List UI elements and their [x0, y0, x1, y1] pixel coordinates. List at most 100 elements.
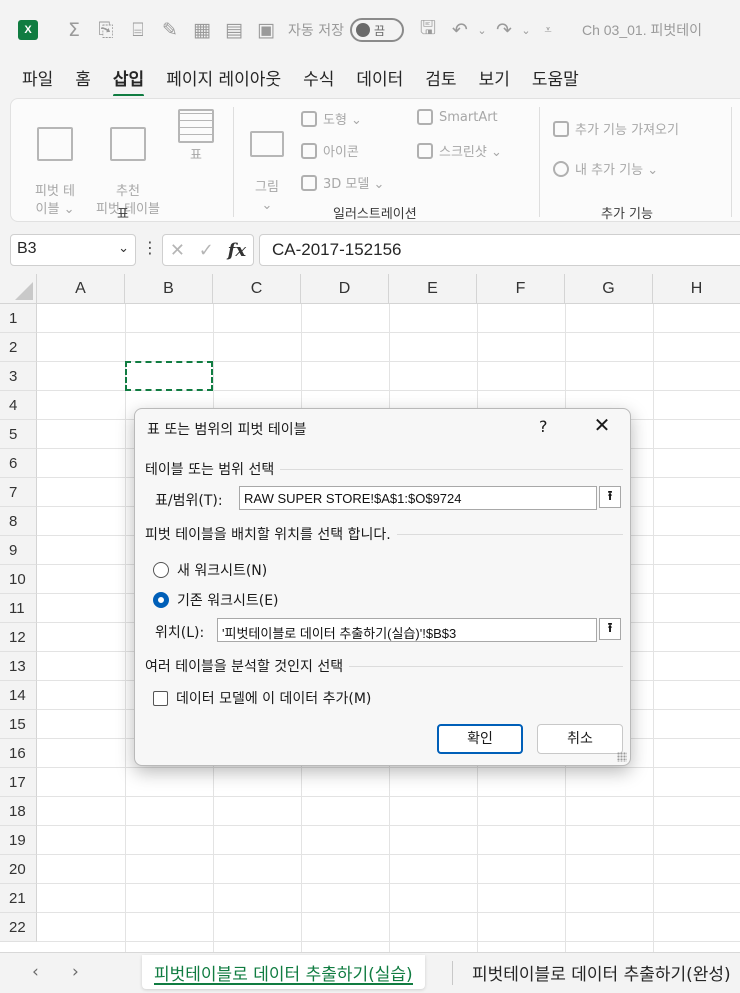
column-header[interactable]: E: [389, 274, 477, 304]
save-icon[interactable]: 🖫: [412, 14, 444, 46]
row-header[interactable]: 19: [0, 826, 37, 855]
redo-dropdown-icon[interactable]: ⌄: [520, 24, 532, 37]
row-header[interactable]: 6: [0, 449, 37, 478]
cancel-icon[interactable]: ✕: [170, 240, 185, 261]
row-header[interactable]: 14: [0, 681, 37, 710]
radio-unchecked: [153, 562, 169, 578]
range-input[interactable]: RAW SUPER STORE!$A$1:$O$9724: [239, 486, 597, 510]
redo-icon[interactable]: ↷: [488, 19, 520, 41]
resize-grip-icon[interactable]: [617, 752, 627, 762]
customize-qat-icon[interactable]: ⩡: [532, 23, 564, 38]
sheet-tab-practice[interactable]: 피벗테이블로 데이터 추출하기(실습): [142, 955, 425, 989]
range-collapse-button[interactable]: ⭱: [599, 486, 621, 508]
autosum-icon[interactable]: Σ: [58, 19, 90, 41]
row-header[interactable]: 12: [0, 623, 37, 652]
data-model-checkbox[interactable]: 데이터 모델에 이 데이터 추가(M): [153, 688, 371, 708]
gridline: [37, 825, 740, 826]
pivot-table-button[interactable]: 피벗 테 이블 ⌄: [25, 109, 85, 219]
row-header[interactable]: 20: [0, 855, 37, 884]
formula-input[interactable]: CA-2017-152156: [259, 234, 740, 266]
enter-icon[interactable]: ✓: [199, 240, 214, 261]
column-header[interactable]: H: [653, 274, 740, 304]
column-header[interactable]: G: [565, 274, 653, 304]
row-header[interactable]: 13: [0, 652, 37, 681]
existing-worksheet-radio[interactable]: 기존 워크시트(E): [153, 590, 279, 610]
get-addins-button[interactable]: 추가 기능 가져오기: [553, 119, 679, 138]
gridline: [37, 883, 740, 884]
ribbon-area: 피벗 테 이블 ⌄ 추천 피벗 테이블 표 표 그림 ⌄ 도형 ⌄ 아이콘 3D…: [0, 96, 740, 228]
undo-dropdown-icon[interactable]: ⌄: [476, 24, 488, 37]
row-header[interactable]: 18: [0, 797, 37, 826]
models-3d-label: 3D 모델 ⌄: [323, 177, 385, 192]
icons-button[interactable]: 아이콘: [301, 141, 359, 160]
my-addins-button[interactable]: 내 추가 기능 ⌄: [553, 159, 658, 178]
chevron-down-icon[interactable]: ⌄: [118, 240, 129, 256]
row-header[interactable]: 10: [0, 565, 37, 594]
row-header[interactable]: 3: [0, 362, 37, 391]
table-style-icon[interactable]: ▦: [186, 19, 218, 41]
ok-button[interactable]: 확인: [437, 724, 523, 754]
location-collapse-button[interactable]: ⭱: [599, 618, 621, 640]
screenshot-button[interactable]: 스크린샷 ⌄: [417, 141, 502, 160]
tab-help[interactable]: 도움말: [532, 65, 579, 92]
format-painter-icon[interactable]: ✎: [154, 19, 186, 41]
autosave-toggle[interactable]: 끔: [349, 18, 404, 42]
column-header[interactable]: F: [477, 274, 565, 304]
row-header[interactable]: 22: [0, 913, 37, 942]
insert-function-fx-icon[interactable]: fx: [228, 240, 246, 261]
table-button[interactable]: 표: [175, 109, 217, 165]
location-input[interactable]: '피벗테이블로 데이터 추출하기(실습)'!$B$3: [217, 618, 597, 642]
column-header[interactable]: D: [301, 274, 389, 304]
row-header[interactable]: 4: [0, 391, 37, 420]
tab-home[interactable]: 홈: [75, 65, 91, 92]
row-header[interactable]: 16: [0, 739, 37, 768]
insert-function-icon[interactable]: ⎘: [90, 19, 122, 41]
row-header[interactable]: 5: [0, 420, 37, 449]
prev-sheet-icon[interactable]: ‹: [32, 962, 39, 982]
tab-file[interactable]: 파일: [22, 65, 53, 92]
more-options-icon[interactable]: ⋮: [142, 238, 158, 257]
row-header[interactable]: 15: [0, 710, 37, 739]
document-title: Ch 03_01. 피벗테이: [581, 22, 703, 38]
row-header[interactable]: 11: [0, 594, 37, 623]
column-header[interactable]: C: [213, 274, 301, 304]
tab-formulas[interactable]: 수식: [303, 65, 334, 92]
toggle-knob: [355, 23, 370, 37]
tab-view[interactable]: 보기: [479, 65, 510, 92]
row-header[interactable]: 17: [0, 768, 37, 797]
new-worksheet-radio[interactable]: 새 워크시트(N): [153, 560, 267, 580]
tab-data[interactable]: 데이터: [356, 65, 403, 92]
column-header[interactable]: A: [37, 274, 125, 304]
my-addins-label: 내 추가 기능 ⌄: [575, 163, 659, 178]
number-format-icon[interactable]: ⌸: [122, 19, 154, 41]
sheet-tab-complete[interactable]: 피벗테이블로 데이터 추출하기(완성): [460, 955, 740, 989]
row-header[interactable]: 1: [0, 304, 37, 333]
tab-insert[interactable]: 삽입: [112, 65, 145, 97]
pivot-icon[interactable]: ▤: [218, 19, 250, 41]
shapes-button[interactable]: 도형 ⌄: [301, 109, 362, 128]
screenshot-label: 스크린샷 ⌄: [439, 145, 502, 160]
column-header[interactable]: B: [125, 274, 213, 304]
autosave-label: 자동 저장: [288, 23, 344, 39]
help-button[interactable]: ?: [539, 417, 548, 436]
name-box[interactable]: B3 ⌄: [10, 234, 136, 266]
models-3d-button[interactable]: 3D 모델 ⌄: [301, 173, 384, 192]
row-header[interactable]: 7: [0, 478, 37, 507]
undo-icon[interactable]: ↶: [444, 19, 476, 41]
row-header[interactable]: 8: [0, 507, 37, 536]
formula-tools: ✕ ✓ fx: [162, 234, 254, 266]
freeze-icon[interactable]: ▣: [250, 19, 282, 41]
autosave[interactable]: 자동 저장 끔: [288, 18, 404, 42]
picture-button[interactable]: 그림 ⌄: [247, 113, 287, 215]
row-header[interactable]: 2: [0, 333, 37, 362]
next-sheet-icon[interactable]: ›: [72, 962, 79, 982]
tab-page-layout[interactable]: 페이지 레이아웃: [166, 65, 281, 92]
row-header[interactable]: 21: [0, 884, 37, 913]
select-all-corner[interactable]: [0, 274, 37, 304]
smartart-button[interactable]: SmartArt: [417, 109, 498, 125]
gridline: [37, 796, 740, 797]
row-header[interactable]: 9: [0, 536, 37, 565]
tab-review[interactable]: 검토: [425, 65, 456, 92]
close-icon[interactable]: ✕: [590, 413, 614, 437]
cancel-button[interactable]: 취소: [537, 724, 623, 754]
